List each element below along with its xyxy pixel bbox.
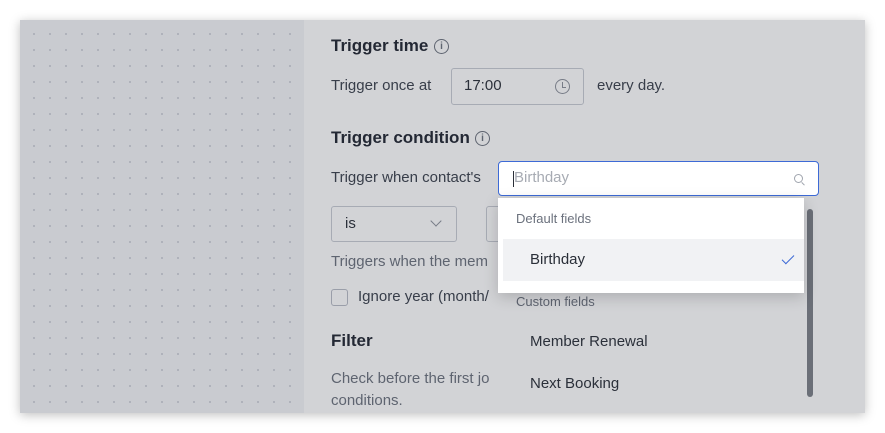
app-window: Trigger time i Trigger once at 17:00 eve… xyxy=(20,20,865,413)
dropdown-option-birthday[interactable]: Birthday xyxy=(503,239,804,281)
field-search-placeholder: Birthday xyxy=(514,169,570,186)
dropdown-option-label: Birthday xyxy=(530,251,586,268)
field-search-input[interactable]: Birthday xyxy=(498,161,819,196)
check-icon xyxy=(781,251,795,265)
default-fields-group-label: Default fields xyxy=(516,211,592,226)
search-icon xyxy=(794,174,803,183)
field-dropdown-list: Default fields Birthday xyxy=(498,198,804,293)
